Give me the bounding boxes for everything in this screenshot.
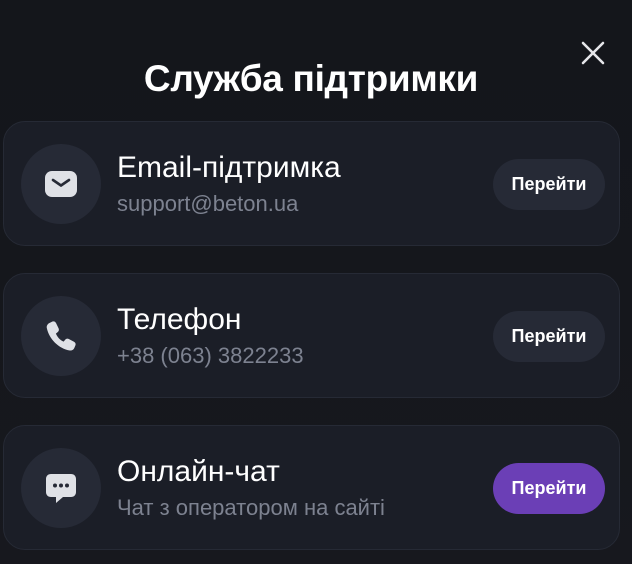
go-button-chat[interactable]: Перейти bbox=[493, 463, 605, 514]
modal-title: Служба підтримки bbox=[143, 58, 479, 99]
option-title: Email-підтримка bbox=[117, 151, 341, 184]
go-button-email[interactable]: Перейти bbox=[493, 159, 605, 210]
mail-icon bbox=[45, 171, 77, 197]
go-button-phone[interactable]: Перейти bbox=[493, 311, 605, 362]
icon-circle bbox=[21, 448, 101, 528]
option-subtitle: support@beton.ua bbox=[117, 191, 299, 216]
option-subtitle: Чат з оператором на сайті bbox=[117, 495, 385, 520]
option-title: Телефон bbox=[117, 303, 242, 336]
chat-icon bbox=[46, 474, 76, 503]
icon-circle bbox=[21, 144, 101, 224]
support-option-phone: Телефон +38 (063) 3822233 Перейти bbox=[3, 273, 620, 398]
option-title: Онлайн-чат bbox=[117, 455, 280, 488]
support-option-email: Email-підтримка support@beton.ua Перейти bbox=[3, 121, 620, 246]
phone-icon bbox=[46, 321, 76, 351]
icon-circle bbox=[21, 296, 101, 376]
option-subtitle: +38 (063) 3822233 bbox=[117, 343, 304, 368]
support-option-chat: Онлайн-чат Чат з оператором на сайті Пер… bbox=[3, 425, 620, 550]
support-modal: Служба підтримки Email-підтримка support… bbox=[0, 0, 632, 564]
